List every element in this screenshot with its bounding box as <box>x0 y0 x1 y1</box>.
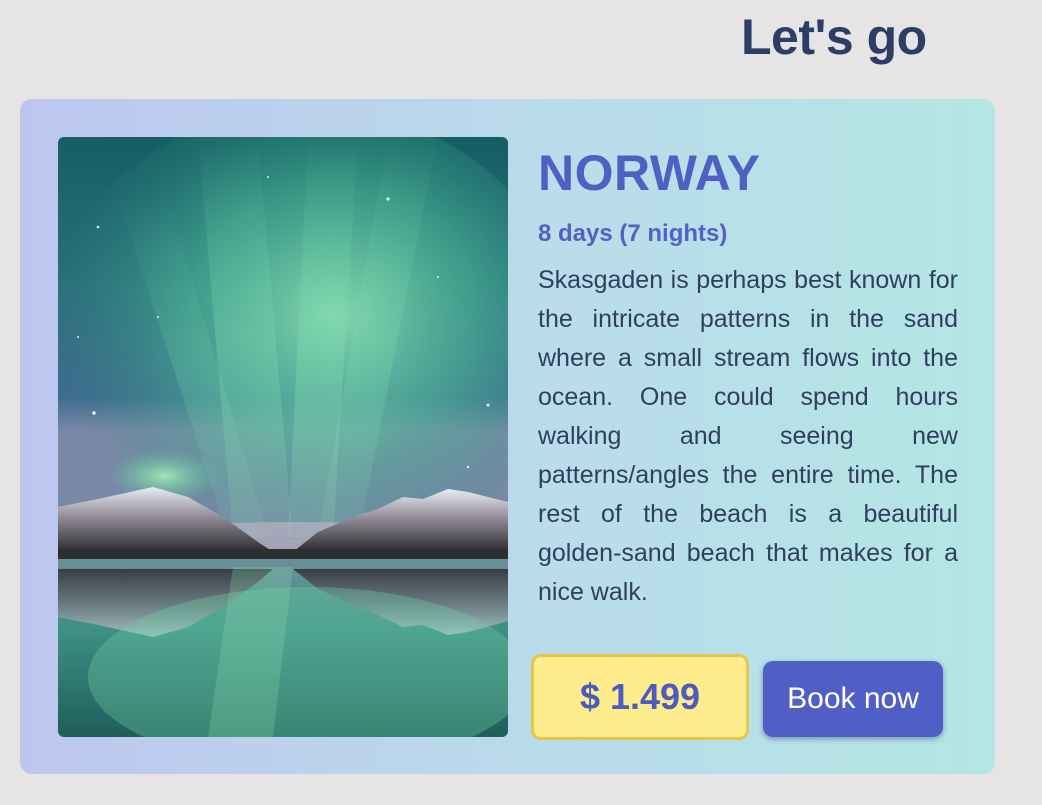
country-title: NORWAY <box>538 145 761 201</box>
trip-details: NORWAY 8 days (7 nights) Skasgaden is pe… <box>538 141 958 612</box>
aurora-photo <box>58 137 508 737</box>
trip-description: Skasgaden is perhaps best known for the … <box>538 266 958 606</box>
page-title: Let's go <box>741 9 927 65</box>
trip-card: NORWAY 8 days (7 nights) Skasgaden is pe… <box>20 99 995 774</box>
price-tag: $ 1.499 <box>531 654 749 740</box>
price-value: $ 1.499 <box>579 676 701 717</box>
trip-duration: 8 days (7 nights) <box>538 220 728 247</box>
book-now-button[interactable]: Book now <box>763 661 943 737</box>
